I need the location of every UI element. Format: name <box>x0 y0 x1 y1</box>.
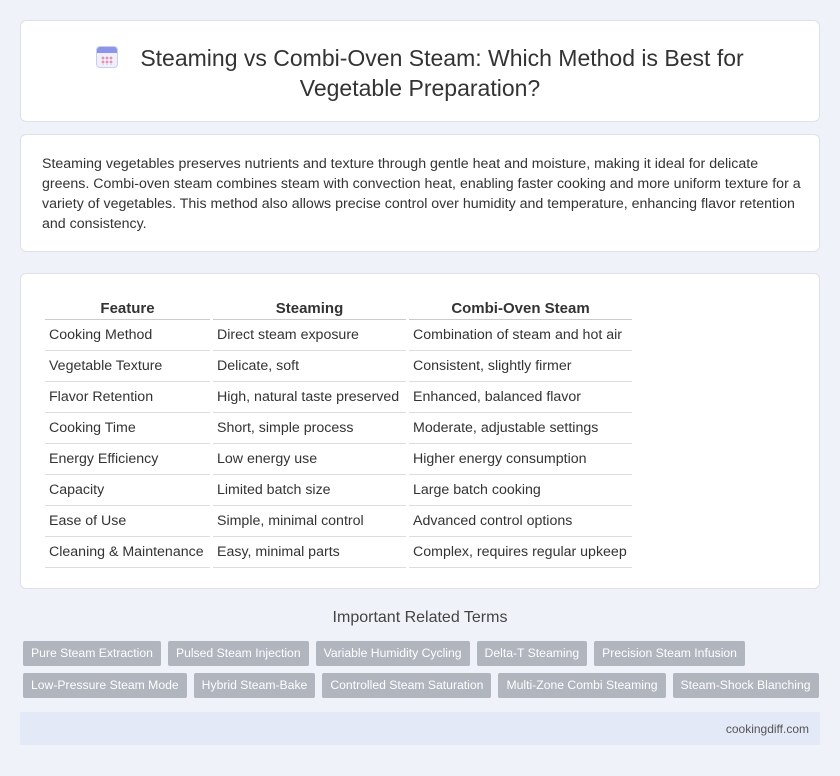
related-term-tag[interactable]: Pulsed Steam Injection <box>167 641 309 666</box>
cell-combi-oven: Enhanced, balanced flavor <box>409 382 632 413</box>
related-term-tag[interactable]: Hybrid Steam-Bake <box>193 673 316 698</box>
cell-feature: Vegetable Texture <box>45 351 210 382</box>
page-title-wrap: Steaming vs Combi-Oven Steam: Which Meth… <box>21 43 819 103</box>
cell-steaming: Simple, minimal control <box>213 506 406 537</box>
related-term-tag[interactable]: Controlled Steam Saturation <box>322 673 492 698</box>
tag-row: Low-Pressure Steam Mode Hybrid Steam-Bake… <box>23 673 823 698</box>
page-title-line2: Vegetable Preparation? <box>299 75 541 101</box>
cell-steaming: Easy, minimal parts <box>213 537 406 568</box>
cell-combi-oven: Advanced control options <box>409 506 632 537</box>
related-terms: Pure Steam Extraction Pulsed Steam Inject… <box>23 641 823 705</box>
cell-combi-oven: Moderate, adjustable settings <box>409 413 632 444</box>
cell-feature: Cleaning & Maintenance <box>45 537 210 568</box>
related-term-tag[interactable]: Precision Steam Infusion <box>594 641 745 666</box>
cell-feature: Cooking Time <box>45 413 210 444</box>
table-header-row: Feature Steaming Combi-Oven Steam <box>45 295 632 320</box>
table-row: Vegetable Texture Delicate, soft Consisten… <box>45 351 632 382</box>
cell-feature: Ease of Use <box>45 506 210 537</box>
cell-steaming: Limited batch size <box>213 475 406 506</box>
related-term-tag[interactable]: Steam-Shock Blanching <box>672 673 819 698</box>
cell-combi-oven: Combination of steam and hot air <box>409 320 632 351</box>
table-row: Ease of Use Simple, minimal control Advanc… <box>45 506 632 537</box>
calendar-icon <box>96 46 119 68</box>
cell-feature: Energy Efficiency <box>45 444 210 475</box>
header-feature: Feature <box>45 295 210 320</box>
cell-combi-oven: Large batch cooking <box>409 475 632 506</box>
table-row: Energy Efficiency Low energy use Higher en… <box>45 444 632 475</box>
page-title-line1: Steaming vs Combi-Oven Steam: Which Meth… <box>140 45 744 71</box>
title-card: Steaming vs Combi-Oven Steam: Which Meth… <box>20 20 820 122</box>
header-combi-oven: Combi-Oven Steam <box>409 295 632 320</box>
footer: cookingdiff.com <box>20 712 820 745</box>
cell-combi-oven: Complex, requires regular upkeep <box>409 537 632 568</box>
related-term-tag[interactable]: Multi-Zone Combi Steaming <box>498 673 666 698</box>
cell-feature: Capacity <box>45 475 210 506</box>
comparison-card: Feature Steaming Combi-Oven Steam Cookin… <box>20 273 820 589</box>
cell-combi-oven: Consistent, slightly firmer <box>409 351 632 382</box>
header-steaming: Steaming <box>213 295 406 320</box>
related-term-tag[interactable]: Low-Pressure Steam Mode <box>23 673 187 698</box>
intro-card: Steaming vegetables preserves nutrients … <box>20 134 820 252</box>
table-row: Capacity Limited batch size Large batch co… <box>45 475 632 506</box>
cell-steaming: Delicate, soft <box>213 351 406 382</box>
cell-steaming: High, natural taste preserved <box>213 382 406 413</box>
table-row: Cooking Method Direct steam exposure Combi… <box>45 320 632 351</box>
cell-steaming: Direct steam exposure <box>213 320 406 351</box>
cell-feature: Flavor Retention <box>45 382 210 413</box>
related-term-tag[interactable]: Pure Steam Extraction <box>23 641 161 666</box>
footer-site[interactable]: cookingdiff.com <box>726 722 809 736</box>
cell-feature: Cooking Method <box>45 320 210 351</box>
related-terms-title: Important Related Terms <box>332 609 508 626</box>
comparison-table: Feature Steaming Combi-Oven Steam Cookin… <box>42 295 635 568</box>
table-row: Cleaning & Maintenance Easy, minimal part… <box>45 537 632 568</box>
table-row: Flavor Retention High, natural taste pres… <box>45 382 632 413</box>
related-term-tag[interactable]: Delta-T Steaming <box>476 641 588 666</box>
intro-text: Steaming vegetables preserves nutrients … <box>42 156 801 232</box>
cell-steaming: Low energy use <box>213 444 406 475</box>
cell-steaming: Short, simple process <box>213 413 406 444</box>
related-term-tag[interactable]: Variable Humidity Cycling <box>315 641 470 666</box>
table-row: Cooking Time Short, simple process Moderat… <box>45 413 632 444</box>
tag-row: Pure Steam Extraction Pulsed Steam Inject… <box>23 641 823 666</box>
cell-combi-oven: Higher energy consumption <box>409 444 632 475</box>
